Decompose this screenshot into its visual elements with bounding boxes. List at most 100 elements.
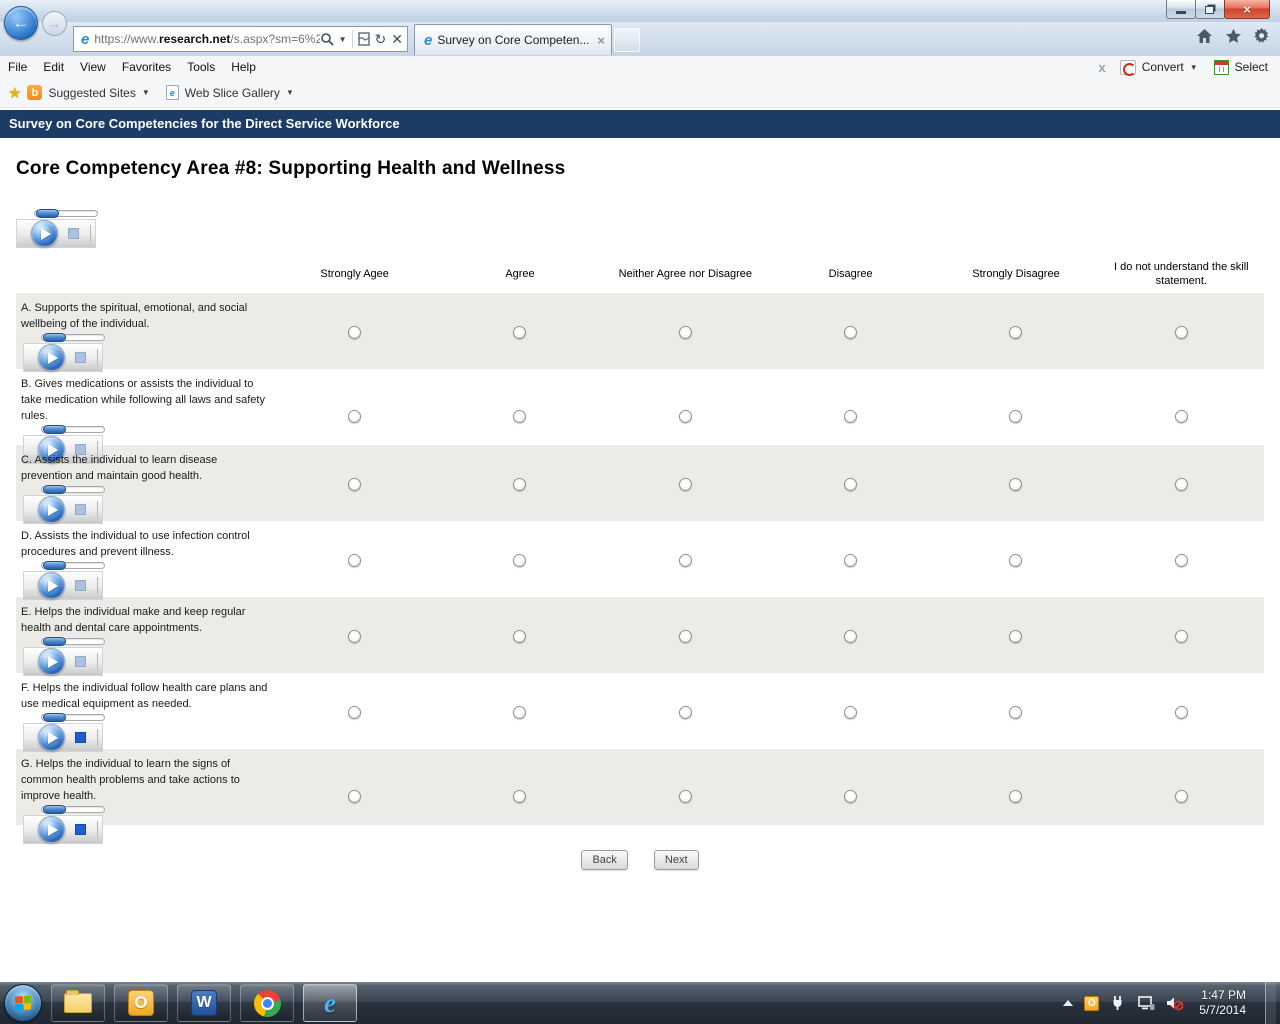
slider-thumb-icon[interactable] (43, 713, 66, 722)
menu-view[interactable]: View (72, 58, 114, 76)
radio-row0-option2[interactable] (679, 326, 692, 339)
stop-icon[interactable]: ✕ (391, 32, 403, 46)
radio-row3-option4[interactable] (1009, 554, 1022, 567)
browser-tab[interactable]: e Survey on Core Competen... × (414, 24, 612, 55)
close-button[interactable]: × (1224, 0, 1270, 19)
radio-row5-option5[interactable] (1175, 706, 1188, 719)
stop-button[interactable] (68, 228, 79, 239)
play-button[interactable] (38, 496, 65, 523)
radio-row1-option2[interactable] (679, 410, 692, 423)
media-seek-slider[interactable] (41, 486, 105, 493)
menu-file[interactable]: File (0, 58, 35, 76)
slider-thumb-icon[interactable] (43, 485, 66, 494)
taskbar-chrome-button[interactable] (240, 984, 294, 1022)
refresh-icon[interactable]: ↻ (375, 32, 387, 46)
radio-row3-option1[interactable] (513, 554, 526, 567)
media-seek-slider[interactable] (41, 714, 105, 721)
slider-thumb-icon[interactable] (43, 425, 66, 434)
radio-row3-option3[interactable] (844, 554, 857, 567)
play-button[interactable] (38, 724, 65, 751)
slider-thumb-icon[interactable] (36, 209, 59, 218)
slider-thumb-icon[interactable] (43, 637, 66, 646)
media-seek-slider[interactable] (34, 210, 98, 217)
radio-row3-option0[interactable] (348, 554, 361, 567)
radio-row1-option3[interactable] (844, 410, 857, 423)
menu-edit[interactable]: Edit (35, 58, 72, 76)
radio-row6-option0[interactable] (348, 790, 361, 803)
radio-row6-option4[interactable] (1009, 790, 1022, 803)
radio-row2-option5[interactable] (1175, 478, 1188, 491)
stop-button[interactable] (75, 352, 86, 363)
next-page-button[interactable]: Next (654, 850, 699, 870)
tray-outlook-icon[interactable]: O (1084, 996, 1099, 1011)
radio-row5-option2[interactable] (679, 706, 692, 719)
radio-row4-option0[interactable] (348, 630, 361, 643)
convert-button[interactable]: Convert (1142, 60, 1184, 74)
radio-row5-option4[interactable] (1009, 706, 1022, 719)
stop-button[interactable] (75, 580, 86, 591)
radio-row3-option5[interactable] (1175, 554, 1188, 567)
tools-gear-icon[interactable] (1254, 28, 1270, 44)
radio-row0-option1[interactable] (513, 326, 526, 339)
play-button[interactable] (31, 220, 58, 247)
web-slice-gallery-link[interactable]: Web Slice Gallery (185, 86, 280, 100)
radio-row2-option4[interactable] (1009, 478, 1022, 491)
radio-row4-option5[interactable] (1175, 630, 1188, 643)
show-hidden-icons-button[interactable] (1063, 1000, 1073, 1006)
back-button[interactable]: ← (4, 6, 38, 40)
stop-button[interactable] (75, 504, 86, 515)
radio-row4-option2[interactable] (679, 630, 692, 643)
radio-row2-option1[interactable] (513, 478, 526, 491)
radio-row6-option2[interactable] (679, 790, 692, 803)
radio-row2-option0[interactable] (348, 478, 361, 491)
media-seek-slider[interactable] (41, 334, 105, 341)
media-seek-slider[interactable] (41, 806, 105, 813)
compatibility-view-icon[interactable] (358, 32, 370, 46)
radio-row5-option0[interactable] (348, 706, 361, 719)
radio-row0-option3[interactable] (844, 326, 857, 339)
stop-button[interactable] (75, 824, 86, 835)
address-bar[interactable]: e https://www.research.net/s.aspx?sm=6%2… (73, 26, 408, 52)
radio-row3-option2[interactable] (679, 554, 692, 567)
media-seek-slider[interactable] (41, 638, 105, 645)
stop-button[interactable] (75, 656, 86, 667)
clock[interactable]: 1:47 PM5/7/2014 (1199, 988, 1246, 1018)
radio-row6-option1[interactable] (513, 790, 526, 803)
radio-row4-option1[interactable] (513, 630, 526, 643)
home-icon[interactable] (1196, 28, 1213, 44)
radio-row0-option4[interactable] (1009, 326, 1022, 339)
suggested-sites-link[interactable]: Suggested Sites (48, 86, 135, 100)
favorites-star-icon[interactable] (1225, 28, 1242, 44)
show-desktop-button[interactable] (1265, 982, 1276, 1024)
slider-thumb-icon[interactable] (43, 333, 66, 342)
play-button[interactable] (38, 648, 65, 675)
radio-row0-option0[interactable] (348, 326, 361, 339)
radio-row4-option3[interactable] (844, 630, 857, 643)
new-tab-button[interactable] (614, 28, 640, 52)
back-page-button[interactable]: Back (581, 850, 627, 870)
media-seek-slider[interactable] (41, 426, 105, 433)
menu-favorites[interactable]: Favorites (114, 58, 179, 76)
add-favorite-star-icon[interactable]: ★ (8, 84, 21, 102)
radio-row5-option3[interactable] (844, 706, 857, 719)
radio-row2-option2[interactable] (679, 478, 692, 491)
radio-row1-option5[interactable] (1175, 410, 1188, 423)
slider-thumb-icon[interactable] (43, 561, 66, 570)
minimize-button[interactable] (1166, 0, 1196, 19)
start-button[interactable] (4, 984, 42, 1022)
select-button[interactable]: Select (1235, 60, 1268, 74)
play-button[interactable] (38, 344, 65, 371)
radio-row4-option4[interactable] (1009, 630, 1022, 643)
stop-button[interactable] (75, 732, 86, 743)
radio-row1-option1[interactable] (513, 410, 526, 423)
radio-row1-option4[interactable] (1009, 410, 1022, 423)
forward-button[interactable]: → (42, 11, 67, 36)
web-slice-dropdown-icon[interactable]: ▼ (286, 88, 294, 97)
power-plug-icon[interactable] (1110, 995, 1126, 1011)
suggested-sites-dropdown-icon[interactable]: ▼ (142, 88, 150, 97)
menu-help[interactable]: Help (223, 58, 264, 76)
radio-row6-option3[interactable] (844, 790, 857, 803)
radio-row2-option3[interactable] (844, 478, 857, 491)
volume-muted-icon[interactable] (1166, 995, 1184, 1011)
network-icon[interactable] (1137, 995, 1155, 1011)
